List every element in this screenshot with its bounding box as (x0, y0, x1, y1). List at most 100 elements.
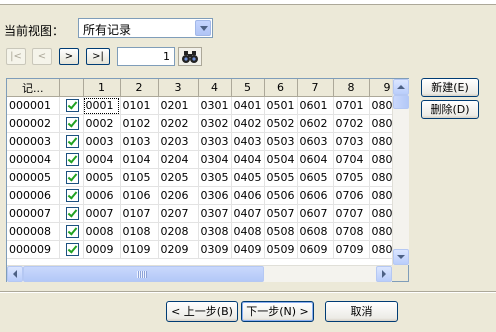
last-record-button[interactable]: >| (86, 48, 110, 65)
data-cell[interactable]: 0409 (231, 240, 265, 259)
data-cell[interactable]: 0204 (158, 150, 199, 169)
data-cell[interactable]: 0607 (297, 204, 334, 223)
data-cell[interactable]: 0101 (120, 96, 159, 115)
data-cell[interactable]: 0301 (198, 96, 232, 115)
record-number-input[interactable]: 1 (117, 47, 175, 66)
checkbox-cell[interactable] (59, 240, 84, 259)
checkbox-cell[interactable] (59, 96, 84, 115)
data-cell[interactable]: 0402 (231, 114, 265, 133)
column-header[interactable]: 5 (231, 79, 265, 97)
column-header[interactable]: 记... (7, 79, 60, 97)
find-button[interactable] (178, 47, 202, 66)
data-cell[interactable]: 0105 (120, 168, 159, 187)
horizontal-scroll-thumb[interactable] (23, 266, 264, 282)
data-cell[interactable]: 0103 (120, 132, 159, 151)
data-cell[interactable]: 0406 (231, 186, 265, 205)
data-cell[interactable]: 0701 (333, 96, 370, 115)
data-cell[interactable]: 0503 (264, 132, 298, 151)
record-id-cell[interactable]: 000006 (7, 186, 60, 205)
data-cell[interactable]: 0108 (120, 222, 159, 241)
data-cell[interactable]: 0505 (264, 168, 298, 187)
records-grid[interactable]: 记... 1 2 3 4 5 6 7 8 9 000001 0001 0101 020… (6, 78, 409, 282)
data-cell[interactable]: 0403 (231, 132, 265, 151)
data-cell[interactable]: 0407 (231, 204, 265, 223)
checkmark-icon[interactable] (65, 243, 79, 257)
data-cell[interactable]: 0005 (83, 168, 121, 187)
data-cell[interactable]: 0202 (158, 114, 199, 133)
horizontal-scrollbar[interactable] (7, 265, 392, 282)
data-cell[interactable]: 0303 (198, 132, 232, 151)
record-id-cell[interactable]: 000008 (7, 222, 60, 241)
table-row[interactable]: 000009 0009 0109 0209 0309 0409 0509 0609 0709 08… (7, 240, 406, 259)
data-cell[interactable]: 0603 (297, 132, 334, 151)
table-row[interactable]: 000004 0004 0104 0204 0304 0404 0504 0604 0704 08… (7, 150, 406, 169)
checkmark-icon[interactable] (65, 189, 79, 203)
record-id-cell[interactable]: 000001 (7, 96, 60, 115)
data-cell[interactable]: 0506 (264, 186, 298, 205)
data-cell[interactable]: 0205 (158, 168, 199, 187)
data-cell[interactable]: 0109 (120, 240, 159, 259)
data-cell[interactable]: 0606 (297, 186, 334, 205)
data-cell[interactable]: 0008 (83, 222, 121, 241)
vertical-scrollbar[interactable] (392, 79, 409, 265)
table-row[interactable]: 000006 0006 0106 0206 0306 0406 0506 0606 0706 08… (7, 186, 406, 205)
column-header[interactable]: 7 (297, 79, 334, 97)
data-cell[interactable]: 0207 (158, 204, 199, 223)
checkmark-icon[interactable] (65, 225, 79, 239)
data-cell[interactable]: 0509 (264, 240, 298, 259)
data-cell[interactable]: 0502 (264, 114, 298, 133)
data-cell[interactable]: 0404 (231, 150, 265, 169)
data-cell[interactable]: 0304 (198, 150, 232, 169)
record-id-cell[interactable]: 000003 (7, 132, 60, 151)
view-select[interactable]: 所有记录 (78, 18, 213, 38)
record-id-cell[interactable]: 000004 (7, 150, 60, 169)
data-cell[interactable]: 0609 (297, 240, 334, 259)
data-cell[interactable]: 0709 (333, 240, 370, 259)
table-row[interactable]: 000002 0002 0102 0202 0302 0402 0502 0602 0702 08… (7, 114, 406, 133)
data-cell[interactable]: 0201 (158, 96, 199, 115)
data-cell[interactable]: 0608 (297, 222, 334, 241)
data-cell[interactable]: 0501 (264, 96, 298, 115)
checkmark-icon[interactable] (65, 99, 79, 113)
checkbox-cell[interactable] (59, 222, 84, 241)
column-header[interactable]: 4 (198, 79, 232, 97)
data-cell[interactable]: 0203 (158, 132, 199, 151)
next-record-button[interactable]: > (59, 48, 79, 65)
vertical-scroll-thumb[interactable] (393, 95, 409, 109)
column-header[interactable]: 8 (333, 79, 370, 97)
data-cell[interactable]: 0703 (333, 132, 370, 151)
checkbox-cell[interactable] (59, 204, 84, 223)
data-cell[interactable]: 0408 (231, 222, 265, 241)
data-cell[interactable]: 0602 (297, 114, 334, 133)
data-cell[interactable]: 0605 (297, 168, 334, 187)
scroll-up-icon[interactable] (393, 79, 409, 95)
data-cell[interactable]: 0206 (158, 186, 199, 205)
prev-record-button[interactable]: < (32, 48, 52, 65)
column-header[interactable]: 1 (83, 79, 121, 97)
scroll-left-icon[interactable] (7, 266, 23, 282)
column-header[interactable]: 3 (158, 79, 199, 97)
data-cell[interactable]: 0504 (264, 150, 298, 169)
checkbox-cell[interactable] (59, 168, 84, 187)
data-cell[interactable]: 0006 (83, 186, 121, 205)
data-cell[interactable]: 0007 (83, 204, 121, 223)
data-cell[interactable]: 0309 (198, 240, 232, 259)
checkmark-icon[interactable] (65, 135, 79, 149)
data-cell[interactable]: 0601 (297, 96, 334, 115)
new-record-button[interactable]: 新建(E) (421, 78, 479, 97)
table-row[interactable]: 000005 0005 0105 0205 0305 0405 0505 0605 0705 08… (7, 168, 406, 187)
column-header[interactable]: 2 (120, 79, 159, 97)
data-cell[interactable]: 0002 (83, 114, 121, 133)
checkmark-icon[interactable] (65, 171, 79, 185)
data-cell[interactable]: 0405 (231, 168, 265, 187)
table-row[interactable]: 000001 0001 0101 0201 0301 0401 0501 0601 0701 08… (7, 96, 406, 115)
checkmark-icon[interactable] (65, 207, 79, 221)
scroll-right-icon[interactable] (376, 266, 392, 282)
cancel-button[interactable]: 取消 (325, 301, 398, 322)
data-cell[interactable]: 0704 (333, 150, 370, 169)
delete-record-button[interactable]: 删除(D) (421, 100, 479, 119)
data-cell[interactable]: 0009 (83, 240, 121, 259)
data-cell[interactable]: 0702 (333, 114, 370, 133)
data-cell[interactable]: 0104 (120, 150, 159, 169)
data-cell[interactable]: 0306 (198, 186, 232, 205)
